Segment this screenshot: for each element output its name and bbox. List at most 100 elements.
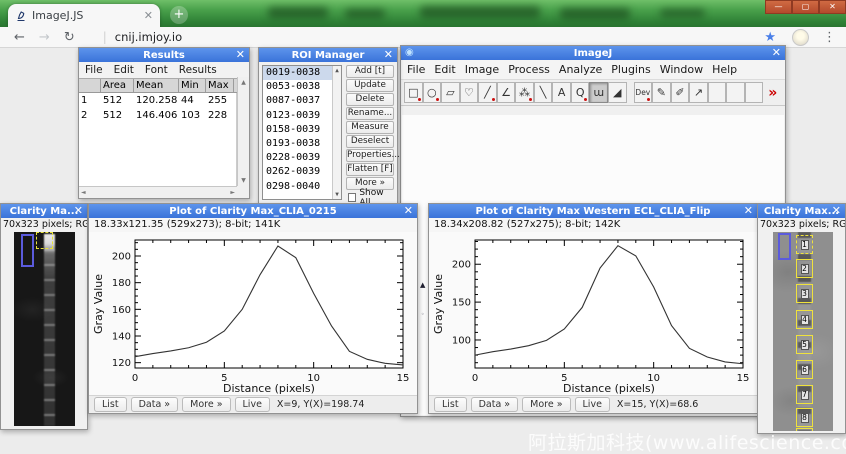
- text-tool[interactable]: A: [552, 82, 571, 103]
- results-titlebar[interactable]: Results ✕: [79, 48, 249, 62]
- more-button[interactable]: More »: [522, 397, 570, 412]
- freehand-tool[interactable]: ♡: [460, 82, 479, 103]
- dev-tool[interactable]: Dev: [634, 82, 653, 103]
- spray-tool[interactable]: ✐: [671, 82, 690, 103]
- delete-button[interactable]: Delete: [346, 93, 394, 106]
- roi-list-item[interactable]: 0228-0039: [263, 151, 341, 165]
- tab-close-icon[interactable]: ✕: [144, 10, 153, 21]
- right-image-titlebar[interactable]: Clarity Max... ✕: [758, 204, 845, 218]
- column-header-max[interactable]: Max: [206, 79, 234, 92]
- numbered-roi-box[interactable]: 2: [796, 259, 813, 278]
- list-button[interactable]: List: [434, 397, 467, 412]
- roi-list-item[interactable]: 0053-0038: [263, 80, 341, 94]
- zoom-tool[interactable]: Q: [571, 82, 590, 103]
- roi-manager-titlebar[interactable]: ROI Manager ✕: [259, 48, 397, 62]
- live-button[interactable]: Live: [235, 397, 270, 412]
- live-button[interactable]: Live: [575, 397, 610, 412]
- close-icon[interactable]: ✕: [404, 204, 413, 218]
- numbered-roi-box[interactable]: 5: [796, 335, 813, 354]
- numbered-roi-box[interactable]: 8: [796, 408, 813, 427]
- roi-list-item[interactable]: 0123-0039: [263, 109, 341, 123]
- flatten-f-button[interactable]: Flatten [F]: [346, 163, 394, 176]
- column-header-area[interactable]: Area: [101, 79, 134, 92]
- menu-analyze[interactable]: Analyze: [559, 63, 602, 76]
- browser-tab[interactable]: ImageJ.JS ✕: [8, 4, 160, 27]
- numbered-roi-box[interactable]: 7: [796, 385, 813, 404]
- left-gel-image[interactable]: [14, 232, 75, 426]
- roi-list-item[interactable]: 0298-0040: [263, 180, 341, 194]
- roi-list-item[interactable]: 0087-0037: [263, 94, 341, 108]
- roi-list-item[interactable]: 0158-0039: [263, 123, 341, 137]
- left-image-titlebar[interactable]: Clarity Ma... ✕: [1, 204, 87, 218]
- line-tool[interactable]: ╱: [478, 82, 497, 103]
- table-row[interactable]: 1512120.25844255: [79, 93, 236, 108]
- roi-list-scrollbar[interactable]: ▲▼: [332, 66, 341, 199]
- point-tool[interactable]: ⁂: [515, 82, 534, 103]
- column-header-mean[interactable]: Mean: [134, 79, 179, 92]
- browser-menu-icon[interactable]: ⋮: [823, 30, 836, 45]
- numbered-roi-box[interactable]: 1: [796, 235, 813, 254]
- close-icon[interactable]: ✕: [236, 48, 245, 62]
- polygon-tool[interactable]: ▱: [441, 82, 460, 103]
- list-button[interactable]: List: [94, 397, 127, 412]
- roi-list-item[interactable]: 0019-0038: [263, 66, 341, 80]
- numbered-roi-box[interactable]: 3: [796, 284, 813, 303]
- menu-edit[interactable]: Edit: [114, 64, 134, 76]
- numbered-roi-box[interactable]: 4: [796, 310, 813, 329]
- menu-plugins[interactable]: Plugins: [611, 63, 650, 76]
- update-button[interactable]: Update: [346, 79, 394, 92]
- menu-edit[interactable]: Edit: [434, 63, 455, 76]
- close-button[interactable]: ✕: [819, 0, 846, 14]
- numbered-roi-box[interactable]: 6: [796, 360, 813, 379]
- oval-tool[interactable]: ○: [423, 82, 442, 103]
- menu-process[interactable]: Process: [508, 63, 550, 76]
- measure-button[interactable]: Measure: [346, 121, 394, 134]
- add-t-button[interactable]: Add [t]: [346, 65, 394, 78]
- rename-button[interactable]: Rename...: [346, 107, 394, 120]
- vertical-scrollbar[interactable]: ▲▼: [237, 77, 249, 186]
- angle-tool[interactable]: ∠: [497, 82, 516, 103]
- close-icon[interactable]: ✕: [772, 46, 781, 60]
- reload-icon[interactable]: ↻: [64, 30, 75, 45]
- more-tools[interactable]: »: [764, 82, 783, 103]
- close-icon[interactable]: ✕: [744, 204, 753, 218]
- data-button[interactable]: Data »: [131, 397, 179, 412]
- menu-results[interactable]: Results: [179, 64, 217, 76]
- menu-window[interactable]: Window: [660, 63, 703, 76]
- column-header-blank[interactable]: [79, 79, 101, 92]
- plot-titlebar[interactable]: Plot of Clarity Max_CLIA_0215 ✕: [89, 204, 417, 218]
- roi-list-item[interactable]: 0193-0038: [263, 137, 341, 151]
- data-button[interactable]: Data »: [471, 397, 519, 412]
- url-text[interactable]: cnij.imjoy.io: [115, 30, 182, 44]
- roi-list-item[interactable]: 0262-0039: [263, 165, 341, 179]
- properties-button[interactable]: Properties...: [346, 149, 394, 162]
- imagej-titlebar[interactable]: ◉ ImageJ ✕: [401, 46, 785, 60]
- empty-tool-slot-1[interactable]: [708, 82, 727, 103]
- empty-tool-slot-2[interactable]: [726, 82, 745, 103]
- back-icon[interactable]: ←: [14, 30, 25, 45]
- close-icon[interactable]: ✕: [74, 204, 83, 218]
- horizontal-scrollbar[interactable]: ◄►: [79, 186, 237, 198]
- menu-image[interactable]: Image: [465, 63, 499, 76]
- column-header-min[interactable]: Min: [179, 79, 206, 92]
- maximize-button[interactable]: ▢: [792, 0, 819, 14]
- hand-tool[interactable]: ɯ: [589, 82, 608, 103]
- profile-avatar[interactable]: [792, 29, 809, 46]
- forward-icon[interactable]: →: [39, 30, 50, 45]
- menu-file[interactable]: File: [85, 64, 103, 76]
- table-row[interactable]: 2512146.406103228: [79, 108, 236, 123]
- new-tab-button[interactable]: +: [170, 6, 188, 24]
- deselect-button[interactable]: Deselect: [346, 135, 394, 148]
- plot-titlebar[interactable]: Plot of Clarity Max Western ECL_CLIA_Fli…: [429, 204, 757, 218]
- close-icon[interactable]: ✕: [832, 204, 841, 218]
- minimize-button[interactable]: —: [765, 0, 792, 14]
- dropper-tool[interactable]: ◢: [608, 82, 627, 103]
- close-icon[interactable]: ✕: [384, 48, 393, 62]
- more-button[interactable]: More »: [182, 397, 230, 412]
- arrow-tool[interactable]: ↗: [689, 82, 708, 103]
- menu-font[interactable]: Font: [145, 64, 168, 76]
- rectangle-tool[interactable]: □: [404, 82, 423, 103]
- menu-help[interactable]: Help: [712, 63, 737, 76]
- wand-tool[interactable]: ╲: [534, 82, 553, 103]
- numbered-roi-box[interactable]: 9: [796, 428, 813, 431]
